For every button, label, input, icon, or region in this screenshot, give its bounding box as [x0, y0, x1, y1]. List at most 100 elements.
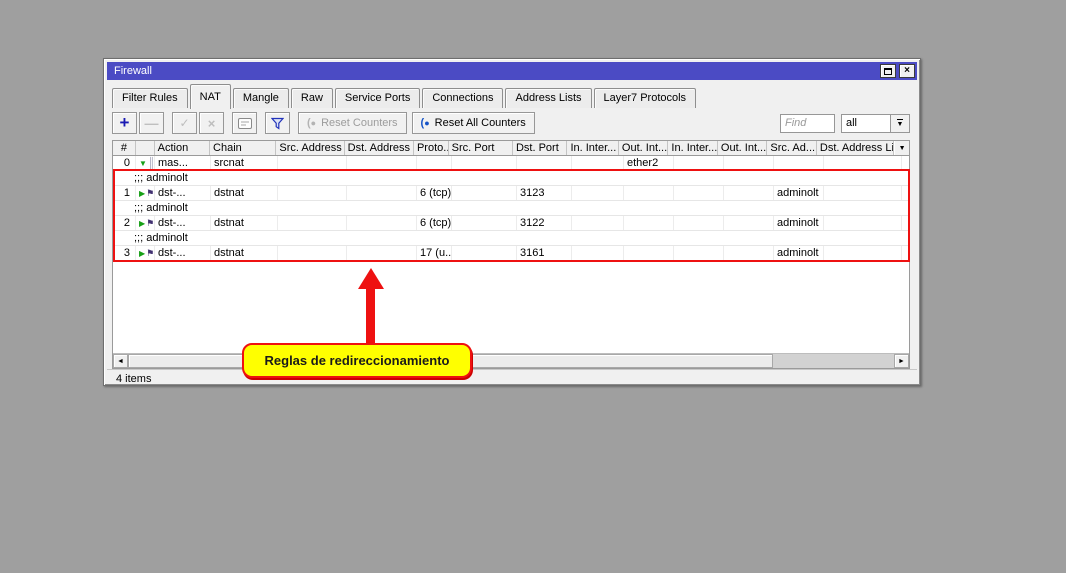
horizontal-scrollbar[interactable]: ◄ ►	[113, 353, 909, 368]
cell-out-int	[624, 216, 674, 230]
column-header-src-address[interactable]: Src. Address	[276, 141, 344, 155]
cell-chain: dstnat	[211, 216, 278, 230]
annotation-arrow-shaft	[366, 287, 375, 344]
cell-in-inter	[572, 216, 624, 230]
filter-scope-value: all	[841, 114, 890, 133]
scroll-left-button[interactable]: ◄	[113, 354, 128, 368]
table-row[interactable]: 2▶⚑dst-...dstnat6 (tcp)3122adminolt	[113, 216, 909, 231]
masquerade-icon: ▼	[139, 159, 147, 168]
filter-button[interactable]	[265, 112, 290, 134]
cell-dst-address-lis	[824, 186, 902, 200]
table-row[interactable]: 0▼║mas...srcnatether2	[113, 156, 909, 171]
cell-proto	[417, 156, 452, 170]
column-header-chain[interactable]: Chain	[210, 141, 276, 155]
cell-action: mas...	[155, 156, 211, 170]
find-input[interactable]	[780, 114, 835, 133]
cell-action: dst-...	[155, 216, 211, 230]
table-row[interactable]: 3▶⚑dst-...dstnat17 (u...3161adminolt	[113, 246, 909, 261]
cell-action: dst-...	[155, 186, 211, 200]
comment-row[interactable]: ;;; adminolt	[113, 201, 909, 216]
scroll-right-button[interactable]: ►	[894, 354, 909, 368]
column-header-src-port[interactable]: Src. Port	[449, 141, 513, 155]
column-header-out-int[interactable]: Out. Int...	[619, 141, 669, 155]
tab-mangle[interactable]: Mangle	[233, 88, 289, 108]
table-body: 0▼║mas...srcnatether2;;; adminolt1▶⚑dst-…	[113, 156, 909, 353]
comment-card-icon	[238, 118, 252, 129]
remove-rule-button[interactable]: —	[139, 112, 164, 134]
cell-src-address	[278, 246, 347, 260]
annotation-arrow-head	[358, 268, 384, 289]
cell-dst-address	[347, 186, 417, 200]
column-header-blank[interactable]: #	[113, 141, 136, 155]
column-header-in-inter[interactable]: In. Inter...	[668, 141, 718, 155]
dstnat-icon: ▶	[139, 249, 145, 258]
tab-service-ports[interactable]: Service Ports	[335, 88, 420, 108]
enable-rule-button[interactable]: ✓	[172, 112, 197, 134]
tab-nat[interactable]: NAT	[190, 84, 231, 109]
cell-chain: dstnat	[211, 186, 278, 200]
column-header-out-int[interactable]: Out. Int...	[718, 141, 768, 155]
column-header-blank[interactable]	[136, 141, 155, 155]
column-header-dst-port[interactable]: Dst. Port	[513, 141, 567, 155]
cell-out-int	[624, 246, 674, 260]
reset-all-counters-button[interactable]: (● Reset All Counters	[412, 112, 535, 134]
add-rule-button[interactable]: +	[112, 112, 137, 134]
cell-proto: 6 (tcp)	[417, 186, 452, 200]
nat-rules-table: # ActionChainSrc. AddressDst. AddressProt…	[112, 140, 910, 369]
reset-counters-button[interactable]: (● Reset Counters	[298, 112, 407, 134]
comment-button[interactable]	[232, 112, 257, 134]
cell-dst-address	[347, 156, 417, 170]
cell-src-ad: adminolt	[774, 246, 824, 260]
titlebar[interactable]: Firewall ×	[107, 62, 917, 80]
maximize-button[interactable]	[880, 64, 896, 78]
cell-chain: srcnat	[211, 156, 278, 170]
comment-text: ;;; adminolt	[134, 202, 188, 214]
column-options-button[interactable]: ▼	[894, 141, 909, 155]
column-header-dst-address[interactable]: Dst. Address	[345, 141, 414, 155]
reset-counters-icon: (●	[307, 118, 316, 129]
cell-filler	[902, 186, 909, 200]
cell-out-int	[724, 156, 774, 170]
cell-src-port	[452, 216, 517, 230]
action-icon-cell: ▶⚑	[136, 186, 155, 200]
close-icon: ×	[904, 66, 910, 76]
column-header-src-ad[interactable]: Src. Ad...	[767, 141, 817, 155]
dropdown-button[interactable]: ▼	[890, 114, 910, 133]
arrow-left-icon: ◄	[117, 358, 124, 365]
callout-text: Reglas de redireccionamiento	[265, 353, 450, 368]
cell-filler	[902, 156, 909, 170]
tab-layer7-protocols[interactable]: Layer7 Protocols	[594, 88, 697, 108]
cell-proto: 17 (u...	[417, 246, 452, 260]
filter-scope-dropdown[interactable]: all ▼	[841, 114, 910, 133]
tab-raw[interactable]: Raw	[291, 88, 333, 108]
titlebar-buttons: ×	[880, 64, 915, 78]
column-header-action[interactable]: Action	[155, 141, 210, 155]
column-header-dst-address-lis[interactable]: Dst. Address Lis	[817, 141, 894, 155]
cell-src-address	[278, 156, 347, 170]
cell-out-int	[724, 186, 774, 200]
cell-dst-address-lis	[824, 156, 902, 170]
column-header-in-inter[interactable]: In. Inter...	[567, 141, 618, 155]
table-row[interactable]: 1▶⚑dst-...dstnat6 (tcp)3123adminolt	[113, 186, 909, 201]
tab-filter-rules[interactable]: Filter Rules	[112, 88, 188, 108]
column-header-proto[interactable]: Proto...	[414, 141, 449, 155]
comment-row[interactable]: ;;; adminolt	[113, 231, 909, 246]
cell-filler	[902, 246, 909, 260]
dstnat-icon: ▶	[139, 189, 145, 198]
reset-all-counters-icon: (●	[421, 118, 430, 129]
comment-row[interactable]: ;;; adminolt	[113, 171, 909, 186]
cell-dst-port: 3161	[517, 246, 572, 260]
cell-dst-address	[347, 216, 417, 230]
tab-connections[interactable]: Connections	[422, 88, 503, 108]
plus-icon: +	[120, 116, 130, 130]
cell-in-inter	[674, 246, 724, 260]
tab-address-lists[interactable]: Address Lists	[505, 88, 591, 108]
cell-in-inter	[572, 156, 624, 170]
cell-src-port	[452, 246, 517, 260]
close-button[interactable]: ×	[899, 64, 915, 78]
disable-rule-button[interactable]: ×	[199, 112, 224, 134]
toolbar: + — ✓ × (● Reset Counters (● Reset All C…	[107, 110, 917, 136]
scrollbar-track[interactable]	[773, 354, 894, 368]
cell-src-port	[452, 186, 517, 200]
cell-src-ad	[774, 156, 824, 170]
